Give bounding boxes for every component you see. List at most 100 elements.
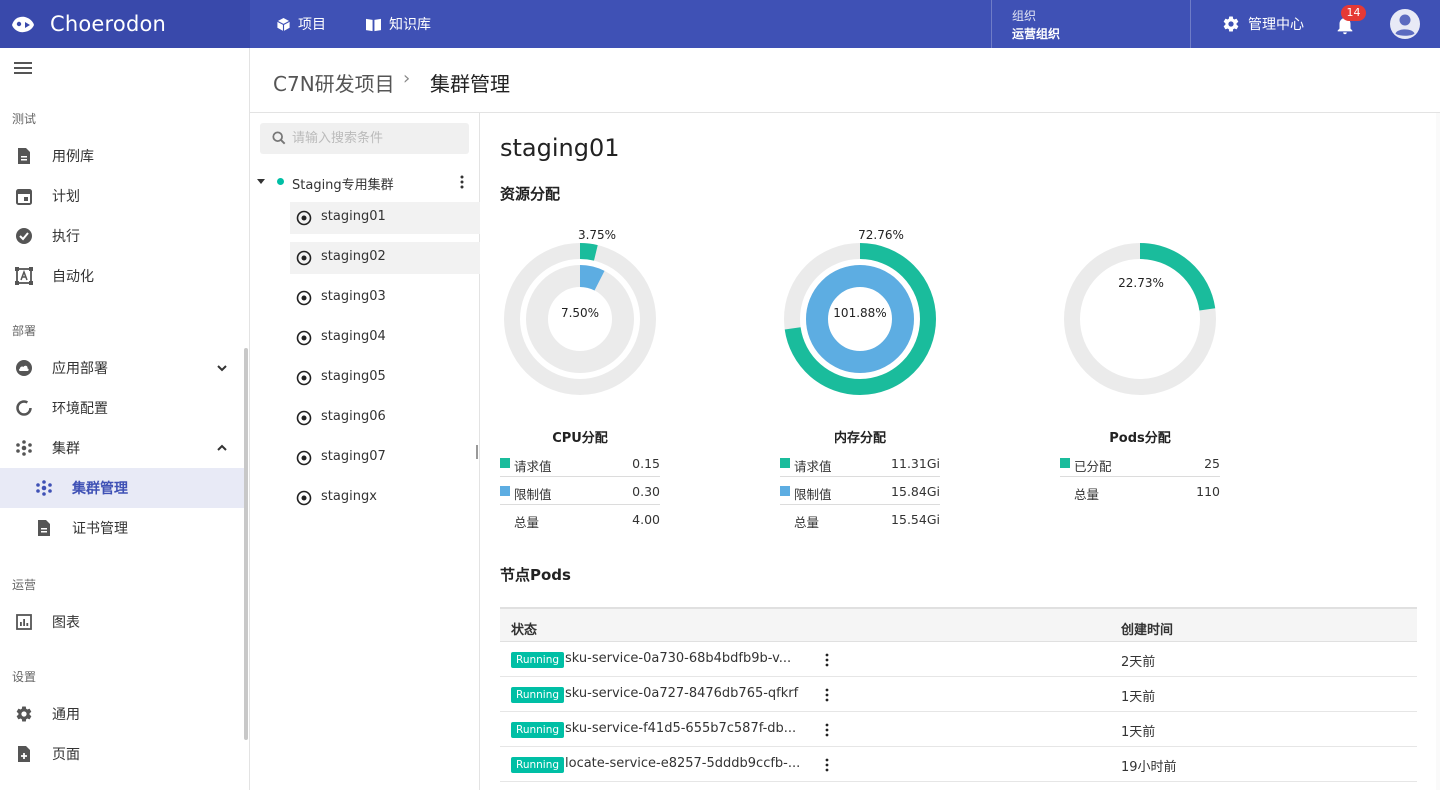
status-badge: Running — [511, 722, 565, 738]
tree-node-label: staging05 — [321, 369, 386, 384]
sidebar-item-page[interactable]: 页面 — [0, 734, 244, 774]
status-badge: Running — [511, 687, 565, 703]
legend-label: 总量 — [514, 515, 540, 530]
gear-icon — [16, 706, 32, 722]
sidebar-item-env-config[interactable]: 环境配置 — [0, 388, 244, 428]
pod-name: sku-service-0a727-8476db765-qfkrf — [565, 686, 799, 701]
sidebar-item-label: 应用部署 — [52, 361, 108, 377]
sidebar-item-charts[interactable]: 图表 — [0, 602, 244, 642]
collapse-caret-icon[interactable] — [257, 179, 265, 184]
tree-node-staging06[interactable]: staging06 — [290, 402, 480, 434]
ring-icon — [16, 400, 32, 416]
logo-text: Choerodon — [50, 12, 167, 36]
node-ring-icon — [296, 490, 312, 506]
tree-node-label: stagingx — [321, 489, 377, 504]
menu-toggle-icon[interactable] — [14, 60, 34, 76]
legend-label: 总量 — [1074, 487, 1100, 502]
nav-project[interactable]: 项目 — [276, 0, 326, 48]
tree-node-staging02[interactable]: staging02 — [290, 242, 480, 274]
sidebar-section-test: 测试 — [12, 112, 37, 126]
tree-node-stagingx[interactable]: stagingx — [290, 482, 480, 514]
document-icon — [38, 520, 50, 536]
more-vertical-icon[interactable] — [824, 687, 830, 703]
column-header-status[interactable]: 状态 — [511, 619, 537, 638]
management-center-button[interactable]: 管理中心 — [1222, 0, 1304, 48]
sidebar-item-plan[interactable]: 计划 — [0, 176, 244, 216]
legend-value: 11.31Gi — [891, 456, 940, 471]
node-ring-icon — [296, 210, 312, 226]
sidebar-item-cluster[interactable]: 集群 — [0, 428, 244, 468]
more-vertical-icon[interactable] — [456, 174, 468, 190]
avatar[interactable] — [1389, 8, 1421, 40]
sidebar-scrollbar[interactable] — [244, 348, 248, 740]
pod-name: sku-service-f41d5-655b7c587f-db... — [565, 721, 797, 736]
bar-chart-icon — [16, 614, 32, 630]
tree-search-input[interactable] — [292, 123, 462, 154]
created-time: 19小时前 — [1121, 760, 1177, 775]
breadcrumb-separator: › — [403, 68, 411, 89]
sidebar-item-cert-management[interactable]: 证书管理 — [0, 508, 244, 548]
cluster-group-row[interactable]: Staging专用集群 — [250, 169, 480, 195]
cloud-icon — [16, 360, 32, 376]
sidebar: 测试 用例库 计划 执行 自动化 部署 应用部署 环境配置 集群 集群管理 证书… — [0, 48, 250, 790]
memory-inner-percent: 101.88% — [833, 306, 887, 320]
pod-name: locate-service-e8257-5dddb9ccfb-... — [565, 756, 801, 771]
pods-legend-allocated: 已分配 25 — [1060, 449, 1220, 477]
legend-swatch — [780, 458, 790, 468]
column-header-created[interactable]: 创建时间 — [1121, 619, 1173, 638]
tree-node-label: staging02 — [321, 249, 386, 264]
automation-icon — [15, 267, 33, 285]
logo[interactable]: Choerodon — [0, 0, 250, 48]
legend-swatch — [500, 486, 510, 496]
breadcrumb-project[interactable]: C7N研发项目 — [273, 68, 395, 97]
tree-node-staging05[interactable]: staging05 — [290, 362, 480, 394]
more-vertical-icon[interactable] — [824, 722, 830, 738]
sidebar-item-label: 环境配置 — [52, 401, 108, 417]
main-scrollbar[interactable] — [1436, 113, 1440, 790]
pods-outer-percent: 22.73% — [1118, 276, 1164, 290]
header-divider — [991, 0, 992, 48]
sidebar-section-ops: 运营 — [12, 578, 37, 592]
table-header: 状态 创建时间 — [500, 607, 1417, 642]
org-switcher[interactable]: 组织 运营组织 — [1012, 7, 1060, 43]
panel-resize-handle[interactable] — [476, 445, 478, 459]
status-badge: Running — [511, 652, 565, 668]
more-vertical-icon[interactable] — [824, 757, 830, 773]
sidebar-item-label: 图表 — [52, 615, 80, 631]
nav-knowledge-base[interactable]: 知识库 — [365, 0, 431, 48]
sidebar-item-app-deploy[interactable]: 应用部署 — [0, 348, 244, 388]
created-time: 2天前 — [1121, 655, 1156, 670]
tree-node-label: staging04 — [321, 329, 386, 344]
tree-node-staging07[interactable]: staging07 — [290, 442, 480, 474]
cube-icon — [277, 17, 290, 31]
top-header: Choerodon 项目 知识库 组织 运营组织 管理中心 14 — [0, 0, 1440, 48]
node-ring-icon — [296, 410, 312, 426]
gear-icon — [1223, 16, 1239, 32]
legend-value: 0.30 — [632, 484, 660, 499]
tree-search-box[interactable] — [260, 123, 469, 154]
sidebar-item-case-library[interactable]: 用例库 — [0, 136, 244, 176]
sidebar-item-label: 集群 — [52, 441, 80, 457]
cpu-legend-limit: 限制值 0.30 — [500, 477, 660, 505]
cpu-chart-title: CPU分配 — [552, 431, 608, 446]
legend-swatch — [1060, 458, 1070, 468]
legend-label: 总量 — [794, 515, 820, 530]
legend-label: 已分配 — [1074, 459, 1112, 474]
check-circle-icon — [16, 228, 32, 244]
table-row: Running sku-service-f41d5-655b7c587f-db.… — [500, 712, 1417, 747]
sidebar-item-automation[interactable]: 自动化 — [0, 256, 244, 296]
tree-node-staging01[interactable]: staging01 — [290, 202, 480, 234]
status-badge: Running — [511, 757, 565, 773]
sidebar-item-general[interactable]: 通用 — [0, 694, 244, 734]
book-icon — [366, 18, 381, 31]
more-vertical-icon[interactable] — [824, 652, 830, 668]
cpu-legend-request: 请求值 0.15 — [500, 449, 660, 477]
sidebar-item-execute[interactable]: 执行 — [0, 216, 244, 256]
tree-node-staging04[interactable]: staging04 — [290, 322, 480, 354]
sidebar-item-cluster-management[interactable]: 集群管理 — [0, 468, 244, 508]
management-center-label: 管理中心 — [1248, 17, 1304, 33]
tree-node-staging03[interactable]: staging03 — [290, 282, 480, 314]
sidebar-item-label: 集群管理 — [72, 481, 128, 497]
org-value: 运营组织 — [1012, 27, 1061, 41]
node-ring-icon — [296, 290, 312, 306]
